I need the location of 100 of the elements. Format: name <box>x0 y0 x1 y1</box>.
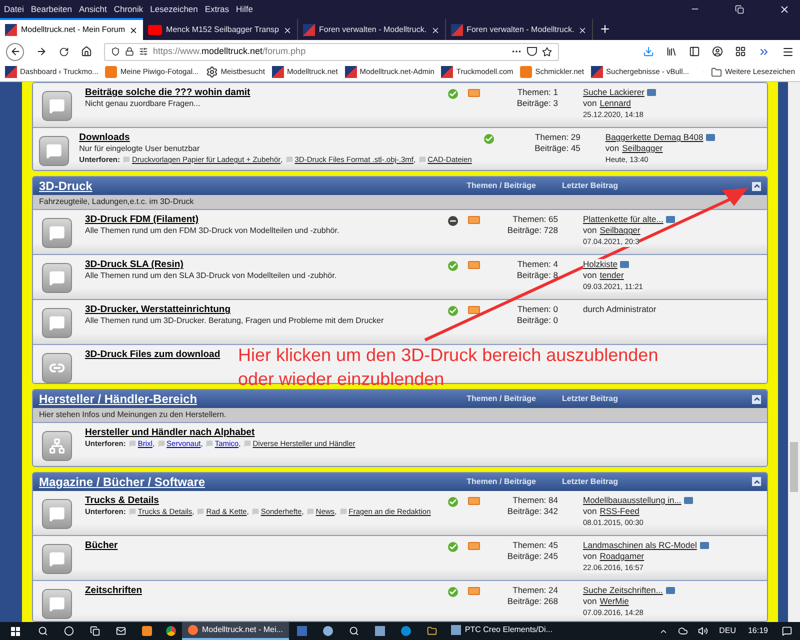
forum-title-link[interactable]: Hersteller und Händler nach Alphabet <box>85 427 255 438</box>
forum-title-link[interactable]: Zeitschriften <box>85 584 142 596</box>
notification-icon[interactable] <box>782 626 792 636</box>
restore-icon[interactable] <box>735 4 744 14</box>
last-post-link[interactable]: Plattenkette für alte... <box>583 214 664 226</box>
go-to-post-icon[interactable] <box>666 216 676 224</box>
last-post-link[interactable]: Landmaschinen als RC-Model <box>583 540 697 551</box>
author-link[interactable]: Lennard <box>600 98 631 109</box>
speech-bubble-icon <box>42 263 72 294</box>
close-tab-icon[interactable] <box>578 26 588 34</box>
media-player-icon[interactable] <box>142 626 152 636</box>
app-icon[interactable] <box>400 626 411 636</box>
chrome-icon[interactable] <box>166 626 176 636</box>
rss-feed-icon[interactable] <box>468 306 480 314</box>
rss-feed-icon[interactable] <box>468 586 480 595</box>
forum-title-link[interactable]: Trucks & Details <box>85 494 159 506</box>
rss-feed-icon[interactable] <box>468 216 480 224</box>
account-icon[interactable] <box>712 46 723 57</box>
extension-icon[interactable] <box>735 46 746 57</box>
menu-item[interactable]: Hilfe <box>236 2 253 16</box>
taskbar-app[interactable]: Modelltruck.net - Mei... <box>182 622 289 640</box>
author-link[interactable]: tender <box>600 270 624 282</box>
scrollbar[interactable] <box>788 82 800 622</box>
task-view-icon[interactable] <box>90 626 100 636</box>
author-link[interactable]: WerMie <box>600 596 629 607</box>
search-icon[interactable] <box>38 626 48 636</box>
category-title-link[interactable]: 3D-Druck <box>39 177 467 196</box>
clock[interactable]: 16:19 <box>748 625 768 637</box>
forum-title-link[interactable]: 3D-Druck FDM (Filament) <box>85 214 198 226</box>
rss-feed-icon[interactable] <box>468 261 480 270</box>
go-to-post-icon[interactable] <box>620 261 630 268</box>
reload-icon[interactable] <box>59 46 69 56</box>
app-icon[interactable] <box>322 626 333 636</box>
menu-item[interactable]: Extras <box>204 2 229 16</box>
sidebar-icon[interactable] <box>689 46 700 57</box>
close-tab-icon[interactable] <box>282 26 292 34</box>
mail-icon[interactable] <box>116 626 126 636</box>
taskbar-app[interactable]: PTC Creo Elements/Di... <box>444 622 558 640</box>
menu-item[interactable]: Ansicht <box>78 2 107 16</box>
lock-icon[interactable] <box>125 47 134 56</box>
close-icon[interactable] <box>779 4 790 14</box>
collapse-button[interactable] <box>752 394 761 404</box>
pocket-icon[interactable] <box>527 47 537 56</box>
collapse-button[interactable] <box>752 477 761 486</box>
subforum-bubble-icon <box>206 440 213 448</box>
forum-title-link[interactable]: 3D-Drucker, Werstatteinrichtung <box>85 304 231 316</box>
browser-tab[interactable]: Modelltruck.net - Mein Forum <box>0 18 144 40</box>
menu-item[interactable]: Datei <box>4 2 24 16</box>
forum-title-link[interactable]: 3D-Druck Files zum download <box>85 349 220 360</box>
folder-icon[interactable] <box>426 626 437 636</box>
last-post-link[interactable]: Baggerkette Demag B408 <box>605 132 704 143</box>
last-post-link[interactable]: Holzkiste <box>583 259 618 270</box>
cloud-icon[interactable] <box>678 626 688 636</box>
last-post-link[interactable]: Modellbauausstellung in... <box>583 494 682 506</box>
back-button[interactable] <box>6 42 24 60</box>
collapse-button[interactable] <box>752 182 761 191</box>
close-tab-icon[interactable] <box>129 26 138 34</box>
address-bar[interactable]: https://www.modelltruck.net/forum.php <box>104 42 559 60</box>
app-icon[interactable] <box>296 626 307 636</box>
link-icon <box>42 353 72 384</box>
author-link[interactable]: Seilbagger <box>622 143 663 154</box>
cortana-icon[interactable] <box>64 626 74 636</box>
forum-description: Alle Themen rund um den SLA 3D-Druck von Modellteilen und -zubhör. <box>85 270 337 282</box>
menu-item[interactable]: Lesezeichen <box>150 2 198 16</box>
forum-stat: Beiträge: 245 <box>506 550 558 562</box>
go-to-post-icon[interactable] <box>700 542 709 549</box>
app-icon[interactable] <box>374 626 385 636</box>
forum-title-link[interactable]: Downloads <box>79 132 130 143</box>
go-to-post-icon[interactable] <box>706 134 716 141</box>
go-to-post-icon[interactable] <box>684 496 694 504</box>
magnifier-icon[interactable] <box>348 626 359 636</box>
category-title-link[interactable]: Hersteller / Händler-Bereich <box>39 390 467 408</box>
volume-icon[interactable] <box>698 626 708 636</box>
forum-title-link[interactable]: Beiträge solche die ??? wohin damit <box>85 87 250 98</box>
download-icon[interactable] <box>643 46 654 57</box>
menu-item[interactable]: Chronik <box>114 2 144 16</box>
forum-title-link[interactable]: Bücher <box>85 540 118 551</box>
author-link[interactable]: RSS-Feed <box>600 506 640 517</box>
menu-icon[interactable] <box>782 46 794 58</box>
language-indicator[interactable]: DEU <box>719 625 736 637</box>
new-tab-icon[interactable] <box>599 23 612 35</box>
go-to-post-icon[interactable] <box>647 89 656 96</box>
author-link[interactable]: Roadgamer <box>600 550 644 562</box>
go-to-post-icon[interactable] <box>666 586 675 594</box>
last-post-link[interactable]: Suche Zeitschriften... <box>583 584 663 596</box>
shield-icon[interactable] <box>111 47 120 56</box>
menu-item[interactable]: Bearbeiten <box>30 2 72 16</box>
scrollbar-thumb[interactable] <box>790 442 798 492</box>
rss-feed-icon[interactable] <box>468 496 480 505</box>
last-post-link[interactable]: Suche Lackierer <box>583 87 644 98</box>
star-icon[interactable] <box>542 46 552 56</box>
author-link[interactable]: Seilbagger <box>600 225 640 236</box>
library-icon[interactable] <box>666 46 677 57</box>
rss-feed-icon[interactable] <box>468 542 480 550</box>
forum-title-link[interactable]: 3D-Druck SLA (Resin) <box>85 259 184 270</box>
permissions-icon[interactable] <box>139 47 148 56</box>
forward-icon[interactable] <box>36 46 47 57</box>
category-title-link[interactable]: Magazine / Bücher / Software <box>39 472 467 491</box>
home-icon[interactable] <box>81 46 92 57</box>
close-tab-icon[interactable] <box>430 26 440 34</box>
